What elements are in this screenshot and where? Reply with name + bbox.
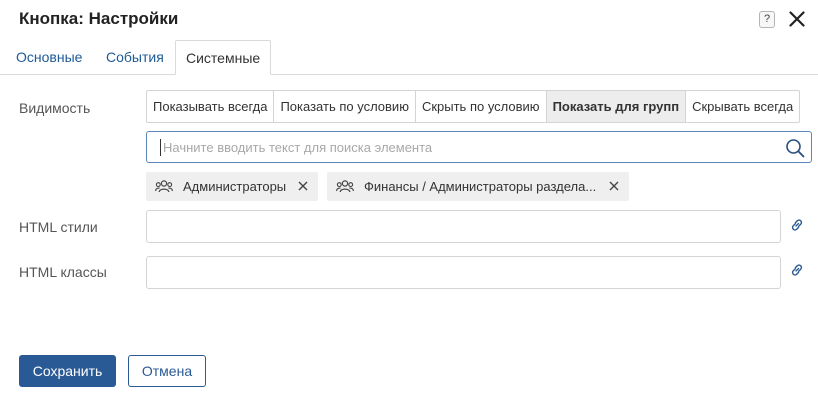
cancel-button[interactable]: Отмена [128,355,206,387]
help-button[interactable]: ? [759,11,775,28]
page-title: Кнопка: Настройки [19,9,179,28]
group-chip: Администраторы [146,172,318,201]
search-icon[interactable] [785,138,805,158]
tab-system[interactable]: Системные [175,40,272,75]
visibility-option-show-for-groups[interactable]: Показать для групп [545,90,687,123]
visibility-option-always-hide[interactable]: Скрывать всегда [685,90,801,123]
group-icon [155,180,173,193]
visibility-option-hide-by-condition[interactable]: Скрыть по условию [414,90,547,123]
text-caret [160,139,161,156]
link-icon[interactable] [789,217,805,233]
tab-basic[interactable]: Основные [16,40,82,75]
html-styles-label: HTML стили [19,219,98,235]
group-chip: Финансы / Администраторы раздела... [327,172,629,201]
group-chip-label: Администраторы [183,179,287,194]
group-search-input[interactable]: Начните вводить текст для поиска элемент… [146,131,812,163]
visibility-label: Видимость [19,100,91,116]
html-classes-input[interactable] [146,256,781,289]
html-classes-label: HTML классы [19,264,107,280]
search-placeholder: Начните вводить текст для поиска элемент… [163,140,433,155]
group-chip-label: Финансы / Администраторы раздела... [364,179,597,194]
tab-events[interactable]: События [106,40,164,75]
remove-chip-icon[interactable] [609,181,619,191]
close-button[interactable] [789,11,805,27]
save-button[interactable]: Сохранить [19,355,116,387]
html-styles-input[interactable] [146,210,781,243]
visibility-option-show-by-condition[interactable]: Показать по условию [273,90,416,123]
visibility-option-always-show[interactable]: Показывать всегда [146,90,275,123]
visibility-segmented-control: Показывать всегда Показать по условию Ск… [146,90,801,123]
remove-chip-icon[interactable] [298,181,308,191]
tab-bar: Основные События Системные [0,40,818,75]
close-icon [789,11,805,27]
link-icon[interactable] [789,262,805,278]
group-icon [336,180,354,193]
